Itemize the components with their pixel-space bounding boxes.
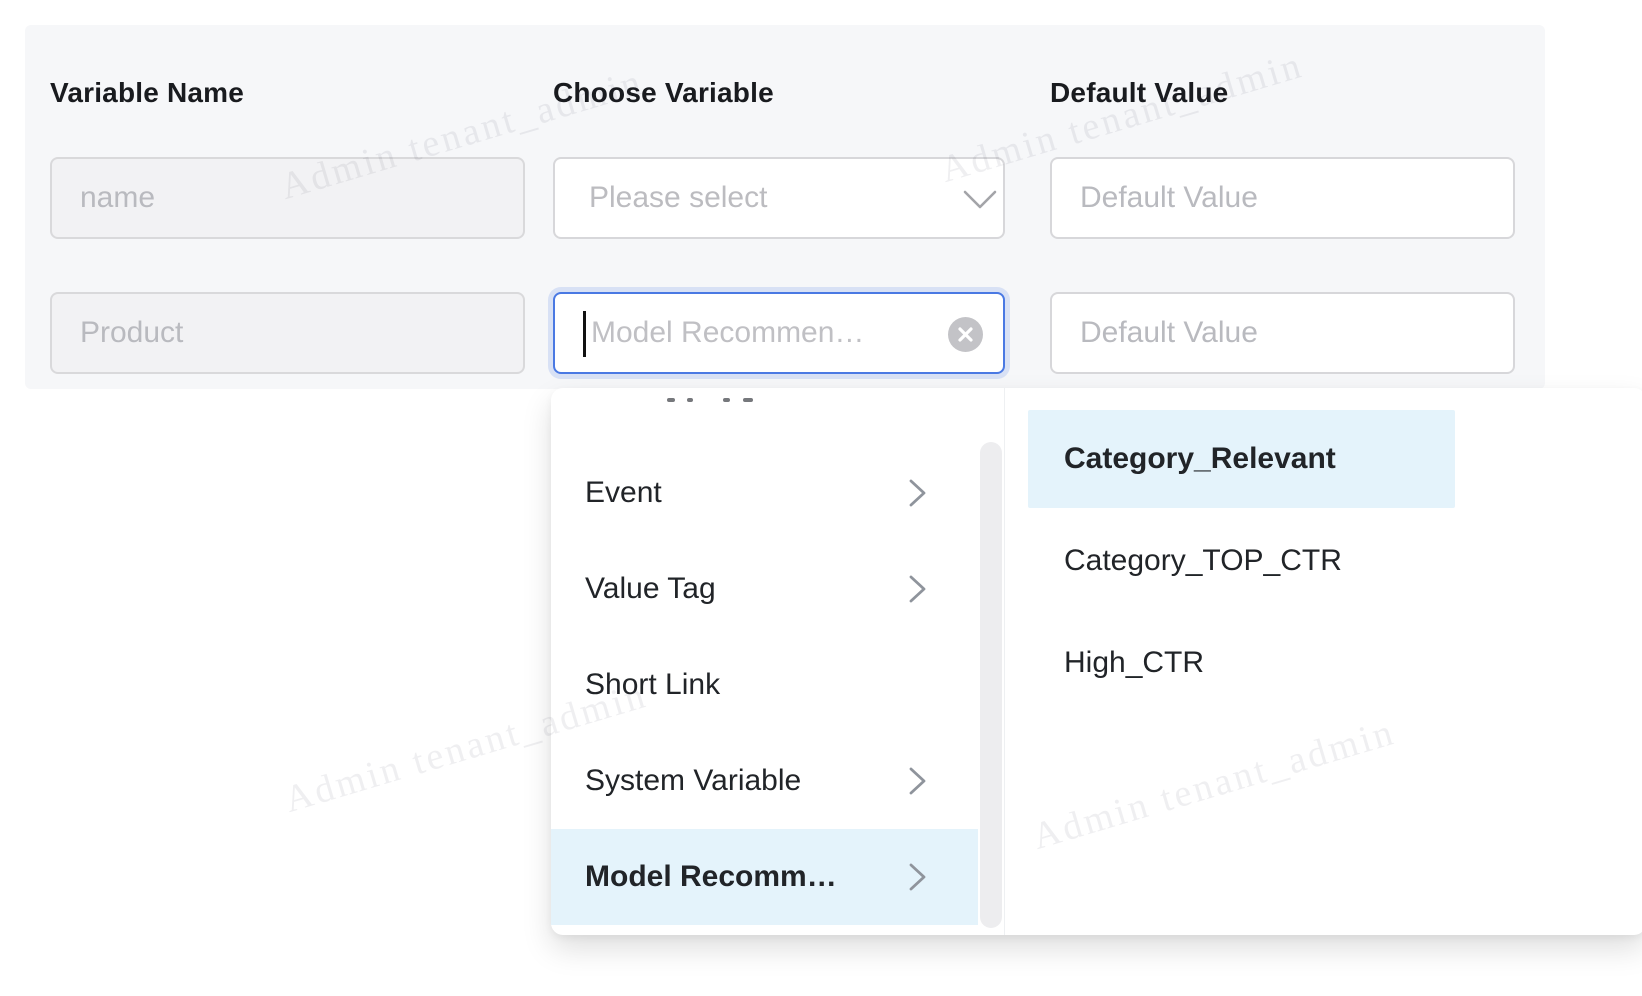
- chevron-right-icon: [907, 860, 929, 894]
- clipped-menu-item[interactable]: [551, 388, 978, 406]
- chevron-right-icon: [907, 476, 929, 510]
- menu-item-label: Category_Relevant: [1064, 442, 1336, 476]
- variable-name-input-row1: [50, 157, 525, 239]
- default-value-input-row1[interactable]: [1050, 157, 1515, 239]
- chevron-right-icon: [907, 764, 929, 798]
- variable-name-input-row2: [50, 292, 525, 374]
- menu-item-label: High_CTR: [1064, 646, 1204, 680]
- menu-item-label: Short Link: [585, 668, 720, 702]
- choose-variable-selected-value: Model Recommen…: [555, 316, 864, 350]
- menu-item-event[interactable]: Event: [551, 445, 978, 541]
- chevron-right-icon: [907, 572, 929, 606]
- menu-column-divider: [1004, 388, 1005, 935]
- menu-item-label: Model Recomm…: [585, 860, 837, 894]
- variables-form-panel: Variable Name Choose Variable Default Va…: [25, 25, 1545, 389]
- column-header-default-value: Default Value: [1050, 77, 1228, 109]
- default-value-input-row2[interactable]: [1050, 292, 1515, 374]
- clipped-glyph: [743, 398, 753, 402]
- clipped-glyph: [723, 398, 730, 402]
- menu-item-label: Event: [585, 476, 662, 510]
- page: Variable Name Choose Variable Default Va…: [0, 0, 1642, 996]
- menu-item-category-relevant[interactable]: Category_Relevant: [1028, 410, 1455, 508]
- column-header-variable-name: Variable Name: [50, 77, 244, 109]
- choose-variable-select-row2-focused[interactable]: Model Recommen…: [553, 292, 1005, 374]
- circle-x-icon: [957, 326, 974, 343]
- clipped-glyph: [687, 398, 693, 402]
- clipped-glyph: [667, 398, 675, 402]
- menu-item-label: Category_TOP_CTR: [1064, 544, 1342, 578]
- menu-item-category-top-ctr[interactable]: Category_TOP_CTR: [1028, 512, 1455, 610]
- menu-item-model-recommend[interactable]: Model Recomm…: [551, 829, 978, 925]
- text-cursor: [583, 311, 586, 357]
- menu-item-short-link[interactable]: Short Link: [551, 637, 978, 733]
- menu-item-label: Value Tag: [585, 572, 716, 606]
- menu-item-high-ctr[interactable]: High_CTR: [1028, 614, 1455, 712]
- menu-item-value-tag[interactable]: Value Tag: [551, 541, 978, 637]
- clear-selection-button[interactable]: [948, 317, 983, 352]
- choose-variable-placeholder: Please select: [555, 181, 767, 215]
- menu-item-system-variable[interactable]: System Variable: [551, 733, 978, 829]
- cascader-dropdown: Event Value Tag Short Link System Variab…: [551, 388, 1642, 935]
- column-header-choose-variable: Choose Variable: [553, 77, 774, 109]
- choose-variable-select-row1[interactable]: Please select: [553, 157, 1005, 239]
- menu-item-label: System Variable: [585, 764, 801, 798]
- menu1-scrollbar-thumb[interactable]: [980, 442, 1002, 928]
- chevron-down-icon: [963, 190, 997, 210]
